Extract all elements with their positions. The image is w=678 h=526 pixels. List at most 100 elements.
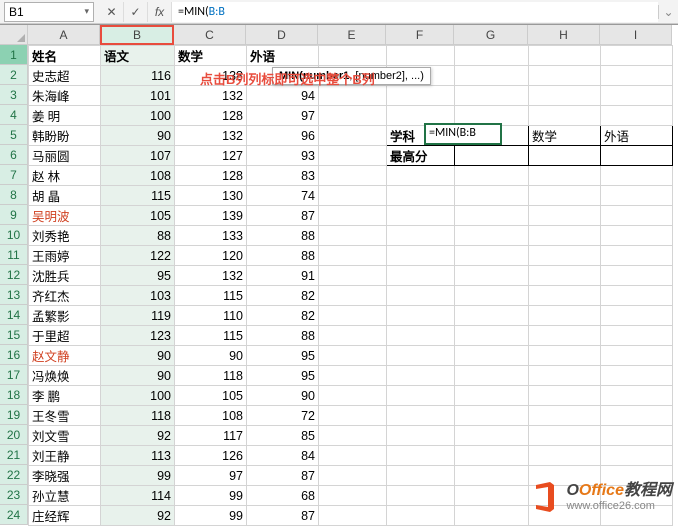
row-header[interactable]: 11: [0, 245, 28, 265]
name-cell[interactable]: 马丽圆: [29, 146, 101, 166]
lang-cell[interactable]: 108: [101, 166, 175, 186]
cell[interactable]: [601, 266, 673, 286]
cell[interactable]: [529, 86, 601, 106]
foreign-cell[interactable]: 90: [247, 386, 319, 406]
cell[interactable]: [319, 446, 387, 466]
cell[interactable]: [387, 226, 455, 246]
lang-cell[interactable]: 100: [101, 386, 175, 406]
row-header[interactable]: 1: [0, 45, 28, 65]
name-cell[interactable]: 齐红杰: [29, 286, 101, 306]
cell[interactable]: [319, 406, 387, 426]
lang-cell[interactable]: 119: [101, 306, 175, 326]
lang-cell[interactable]: 103: [101, 286, 175, 306]
row-header[interactable]: 3: [0, 85, 28, 105]
row-header[interactable]: 21: [0, 445, 28, 465]
name-cell[interactable]: 韩盼盼: [29, 126, 101, 146]
name-cell[interactable]: 吴明波: [29, 206, 101, 226]
cell[interactable]: [455, 246, 529, 266]
cell[interactable]: [529, 446, 601, 466]
lang-cell[interactable]: 123: [101, 326, 175, 346]
cell[interactable]: [455, 426, 529, 446]
row-header[interactable]: 9: [0, 205, 28, 225]
name-cell[interactable]: 庄经辉: [29, 506, 101, 526]
lang-cell[interactable]: 114: [101, 486, 175, 506]
foreign-cell[interactable]: 88: [247, 326, 319, 346]
lang-cell[interactable]: 122: [101, 246, 175, 266]
cell[interactable]: [455, 486, 529, 506]
cell[interactable]: [387, 266, 455, 286]
math-cell[interactable]: 127: [175, 146, 247, 166]
cell[interactable]: [455, 286, 529, 306]
col-header-E[interactable]: E: [318, 25, 386, 45]
cell[interactable]: [601, 446, 673, 466]
cell[interactable]: [319, 46, 387, 66]
row-header[interactable]: 12: [0, 265, 28, 285]
math-cell[interactable]: 99: [175, 486, 247, 506]
lang-cell[interactable]: 90: [101, 366, 175, 386]
name-cell[interactable]: 胡 晶: [29, 186, 101, 206]
cell[interactable]: [455, 66, 529, 86]
foreign-cell[interactable]: 85: [247, 426, 319, 446]
cell[interactable]: [529, 346, 601, 366]
row-header[interactable]: 14: [0, 305, 28, 325]
cell[interactable]: [529, 146, 601, 166]
cell[interactable]: [455, 346, 529, 366]
cell[interactable]: [387, 306, 455, 326]
cell[interactable]: [455, 186, 529, 206]
cell[interactable]: [319, 366, 387, 386]
math-cell[interactable]: 128: [175, 166, 247, 186]
cell[interactable]: [319, 426, 387, 446]
cell[interactable]: [387, 506, 455, 526]
row-header[interactable]: 2: [0, 65, 28, 85]
name-cell[interactable]: 孙立慧: [29, 486, 101, 506]
lang-cell[interactable]: 101: [101, 86, 175, 106]
cell[interactable]: [529, 166, 601, 186]
cell[interactable]: [601, 66, 673, 86]
row-header[interactable]: 17: [0, 365, 28, 385]
cell[interactable]: [601, 46, 673, 66]
row-header[interactable]: 22: [0, 465, 28, 485]
foreign-cell[interactable]: 95: [247, 346, 319, 366]
cell[interactable]: [455, 446, 529, 466]
math-cell[interactable]: 118: [175, 366, 247, 386]
row-header[interactable]: 7: [0, 165, 28, 185]
foreign-cell[interactable]: 87: [247, 506, 319, 526]
col-header-D[interactable]: D: [246, 25, 318, 45]
cell[interactable]: [387, 386, 455, 406]
row-header[interactable]: 8: [0, 185, 28, 205]
cell[interactable]: [529, 326, 601, 346]
name-cell[interactable]: 刘秀艳: [29, 226, 101, 246]
lang-cell[interactable]: 100: [101, 106, 175, 126]
cell[interactable]: [387, 46, 455, 66]
foreign-cell[interactable]: 96: [247, 126, 319, 146]
cell[interactable]: [387, 186, 455, 206]
cell[interactable]: [319, 86, 387, 106]
math-cell[interactable]: 117: [175, 426, 247, 446]
row-header[interactable]: 13: [0, 285, 28, 305]
header-math[interactable]: 数学: [175, 46, 247, 66]
cell[interactable]: [601, 286, 673, 306]
cell[interactable]: [319, 386, 387, 406]
foreign-cell[interactable]: 94: [247, 86, 319, 106]
math-cell[interactable]: 99: [175, 506, 247, 526]
cell[interactable]: [529, 226, 601, 246]
name-cell[interactable]: 李晓强: [29, 466, 101, 486]
cell[interactable]: [455, 326, 529, 346]
math-cell[interactable]: 132: [175, 86, 247, 106]
lang-cell[interactable]: 116: [101, 66, 175, 86]
lang-cell[interactable]: 105: [101, 206, 175, 226]
cell[interactable]: [601, 326, 673, 346]
cell[interactable]: [387, 486, 455, 506]
col-header-H[interactable]: H: [528, 25, 600, 45]
cell[interactable]: [319, 246, 387, 266]
row-header[interactable]: 5: [0, 125, 28, 145]
cell[interactable]: [387, 406, 455, 426]
cell[interactable]: [601, 306, 673, 326]
row-header[interactable]: 24: [0, 505, 28, 525]
cell[interactable]: [319, 126, 387, 146]
name-cell[interactable]: 赵 林: [29, 166, 101, 186]
lang-cell[interactable]: 92: [101, 426, 175, 446]
cell[interactable]: [455, 86, 529, 106]
lang-cell[interactable]: 95: [101, 266, 175, 286]
math-cell[interactable]: 115: [175, 326, 247, 346]
